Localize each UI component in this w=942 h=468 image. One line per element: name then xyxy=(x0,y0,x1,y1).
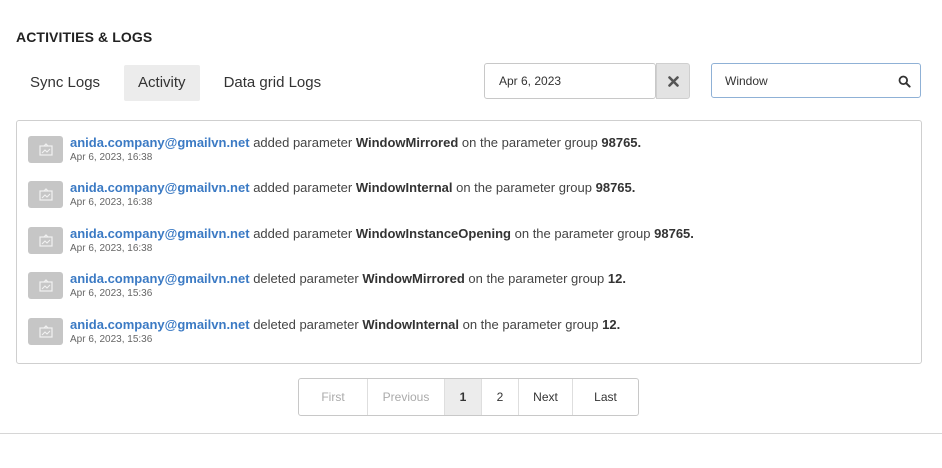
log-middle: on the parameter group xyxy=(462,317,599,332)
log-action: added parameter xyxy=(253,226,353,241)
page-2-button[interactable]: 2 xyxy=(481,379,518,415)
previous-page-button[interactable]: Previous xyxy=(367,379,444,415)
search-input[interactable] xyxy=(725,64,885,97)
log-parameter: WindowMirrored xyxy=(355,135,459,150)
log-user-link[interactable]: anida.company@gmailvn.net xyxy=(70,317,250,332)
log-middle: on the parameter group xyxy=(514,226,651,241)
log-group: 98765. xyxy=(595,180,636,195)
tab-sync-logs[interactable]: Sync Logs xyxy=(16,65,114,101)
log-item: anida.company@gmailvn.net added paramete… xyxy=(28,121,908,163)
log-action: deleted parameter xyxy=(253,271,359,286)
image-placeholder-icon xyxy=(28,272,63,299)
log-timestamp: Apr 6, 2023, 15:36 xyxy=(70,288,153,299)
log-group: 98765. xyxy=(654,226,694,241)
pagination: First Previous 1 2 Next Last xyxy=(298,378,639,416)
log-middle: on the parameter group xyxy=(468,271,605,286)
close-icon xyxy=(667,75,679,87)
tab-activity[interactable]: Activity xyxy=(124,65,200,101)
log-group: 12. xyxy=(602,317,621,332)
log-parameter: WindowInternal xyxy=(362,317,459,332)
log-item: anida.company@gmailvn.net deleted parame… xyxy=(28,303,908,345)
log-timestamp: Apr 6, 2023, 15:36 xyxy=(70,334,153,345)
log-parameter: WindowInstanceOpening xyxy=(355,226,511,241)
log-item: anida.company@gmailvn.net added paramete… xyxy=(28,212,908,254)
log-message: anida.company@gmailvn.net deleted parame… xyxy=(70,317,620,333)
log-group: 12. xyxy=(607,271,626,286)
log-message: anida.company@gmailvn.net added paramete… xyxy=(70,135,641,151)
next-page-button[interactable]: Next xyxy=(518,379,572,415)
log-group: 98765. xyxy=(601,135,642,150)
log-timestamp: Apr 6, 2023, 16:38 xyxy=(70,152,153,163)
log-item: anida.company@gmailvn.net deleted parame… xyxy=(28,257,908,299)
log-action: added parameter xyxy=(253,135,353,150)
log-parameter: WindowMirrored xyxy=(362,271,465,286)
divider xyxy=(0,433,942,434)
log-message: anida.company@gmailvn.net deleted parame… xyxy=(70,271,626,287)
activity-log-list: anida.company@gmailvn.net added paramete… xyxy=(16,120,922,364)
page-1-button[interactable]: 1 xyxy=(444,379,481,415)
log-action: added parameter xyxy=(253,180,353,195)
image-placeholder-icon xyxy=(28,318,63,345)
image-placeholder-icon xyxy=(28,227,63,254)
clear-date-button[interactable] xyxy=(656,63,690,99)
search-box xyxy=(711,63,921,98)
log-middle: on the parameter group xyxy=(456,180,592,195)
log-user-link[interactable]: anida.company@gmailvn.net xyxy=(70,135,250,150)
image-placeholder-icon xyxy=(28,136,63,163)
search-button[interactable] xyxy=(894,71,914,91)
log-parameter: WindowInternal xyxy=(355,180,453,195)
log-action: deleted parameter xyxy=(253,317,359,332)
tab-bar: Sync Logs Activity Data grid Logs xyxy=(16,65,335,101)
log-timestamp: Apr 6, 2023, 16:38 xyxy=(70,197,153,208)
date-filter-field[interactable]: Apr 6, 2023 xyxy=(484,63,656,99)
page-title: ACTIVITIES & LOGS xyxy=(16,29,153,45)
log-user-link[interactable]: anida.company@gmailvn.net xyxy=(70,180,250,195)
image-placeholder-icon xyxy=(28,181,63,208)
search-icon xyxy=(898,75,911,88)
log-user-link[interactable]: anida.company@gmailvn.net xyxy=(70,271,250,286)
log-middle: on the parameter group xyxy=(461,135,598,150)
last-page-button[interactable]: Last xyxy=(572,379,638,415)
log-message: anida.company@gmailvn.net added paramete… xyxy=(70,226,694,242)
log-user-link[interactable]: anida.company@gmailvn.net xyxy=(70,226,250,241)
log-item: anida.company@gmailvn.net added paramete… xyxy=(28,166,908,208)
first-page-button[interactable]: First xyxy=(299,379,367,415)
log-timestamp: Apr 6, 2023, 16:38 xyxy=(70,243,153,254)
log-message: anida.company@gmailvn.net added paramete… xyxy=(70,180,635,196)
tab-data-grid-logs[interactable]: Data grid Logs xyxy=(210,65,336,101)
